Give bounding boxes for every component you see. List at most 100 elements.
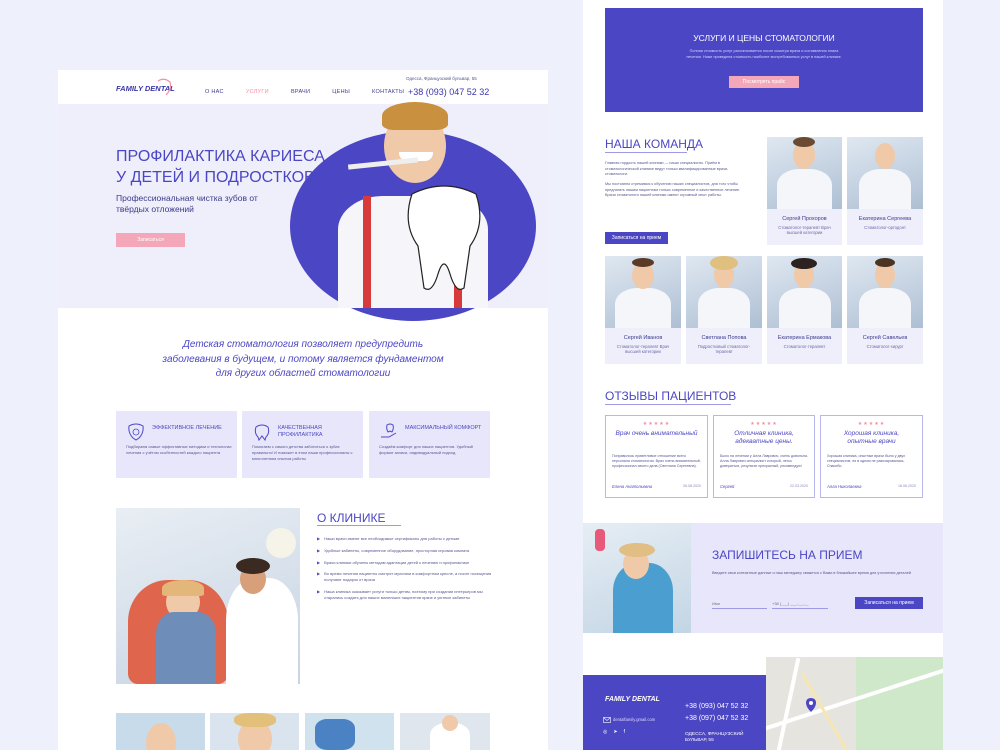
nav-contacts[interactable]: КОНТАКТЫ <box>372 89 404 95</box>
list-item: ▶ Врачи клиники обучены методам адаптации… <box>317 559 470 565</box>
review-title: Хорошая клиника, опытные врачи <box>843 430 900 446</box>
doctor-role: Стоматолог-терапевт <box>783 344 826 349</box>
review-date: 22.03.2020 <box>790 484 808 488</box>
review-author: Алла Николаевна <box>827 484 862 489</box>
doctor-photo <box>847 137 923 209</box>
feature-text: Помогаем с самого детства заботиться о з… <box>252 444 353 461</box>
header-address: Одесса, Французский бульвар, 55 <box>406 76 477 81</box>
team-member-card[interactable]: Сергей Иванов Стоматолог-терапевт Врач в… <box>605 256 681 364</box>
hero-child-photo <box>306 102 511 308</box>
list-item: ▶ Наши врачи имеют все необходимые сертиф… <box>317 536 460 541</box>
hero-section: ПРОФИЛАКТИКА КАРИЕСА У ДЕТЕЙ И ПОДРОСТКО… <box>58 102 548 321</box>
feature-card-2: КАЧЕСТВЕННАЯ ПРОФИЛАКТИКА Помогаем с сам… <box>242 411 363 478</box>
tooth-sparkle-icon <box>254 424 270 441</box>
footer-logo[interactable]: FAMILY DENTAL <box>605 696 660 703</box>
signup-title: ЗАПИШИТЕСЬ НА ПРИЕМ <box>712 548 863 562</box>
gallery-photo-1 <box>116 713 205 750</box>
review-text: Хорошая клиника, опытные врачи было у дв… <box>827 454 906 469</box>
doctor-name: Екатерина Ермакова <box>777 335 832 341</box>
gallery-photo-3 <box>305 713 394 750</box>
reviews-title: ОТЗЫВЫ ПАЦИЕНТОВ <box>605 389 737 403</box>
nav-services[interactable]: УСЛУГИ <box>246 89 269 95</box>
team-text-1: Главная гордость нашей клиники — наши сп… <box>605 161 729 176</box>
review-text: Понравилось приветливое отношение всего … <box>612 454 701 469</box>
signup-photo <box>583 523 691 633</box>
doctor-name: Сергей Савельев <box>862 335 908 341</box>
doctor-role: Стоматолог-хирург <box>866 344 904 349</box>
review-date: 26.08.2020 <box>683 484 701 488</box>
phone-field[interactable] <box>772 599 828 609</box>
feature-text: Подбираем самые эффективные методики и т… <box>126 444 232 455</box>
review-title: Отличная клиника, адекватные цены. <box>734 430 794 446</box>
nav-about[interactable]: О НАС <box>205 89 224 95</box>
logo-tooth-icon <box>157 78 172 96</box>
doctor-photo <box>686 256 762 328</box>
doctor-photo <box>767 256 842 328</box>
list-item: ▶ Во время лечения пациенты смотрят мульт… <box>317 571 492 583</box>
feature-title: МАКСИМАЛЬНЫЙ КОМФОРТ <box>405 425 482 431</box>
list-item: ▶ Наша клиника оказывает услуги только де… <box>317 588 483 600</box>
doctor-photo <box>847 256 923 328</box>
team-member-card[interactable]: Светлана Попова Подростковый стоматолог-… <box>686 256 762 364</box>
hand-tooth-icon <box>381 423 397 438</box>
services-text: Полная стоимость услуг рассчитывается по… <box>686 49 842 59</box>
about-list: ▶ Наши врачи имеют все необходимые сертиф… <box>317 536 497 607</box>
hero-signup-button[interactable]: Записаться <box>116 233 185 247</box>
clinic-photo <box>116 508 300 684</box>
instagram-icon[interactable]: ◎ <box>603 729 607 735</box>
signup-text: Введите свои контактные данные и наш мен… <box>712 571 911 575</box>
services-banner: УСЛУГИ И ЦЕНЫ СТОМАТОЛОГИИ Полная стоимо… <box>605 8 923 112</box>
rating-stars: ★★★★★ <box>857 421 886 427</box>
nav-doctors[interactable]: ВРАЧИ <box>291 89 310 95</box>
team-title: НАША КОМАНДА <box>605 137 703 151</box>
footer-contacts: FAMILY DENTAL dentalfamily.gmail.com ◎ ➤… <box>583 675 766 750</box>
team-member-card[interactable]: Екатерина Сергеева Стоматолог-ортодонт <box>847 137 923 245</box>
signup-submit-button[interactable]: Записаться на прием <box>855 597 923 609</box>
team-member-card[interactable]: Екатерина Ермакова Стоматолог-терапевт <box>767 256 842 364</box>
site-header: FAMILY DENTAL О НАС УСЛУГИ ВРАЧИ ЦЕНЫ КО… <box>58 70 548 104</box>
gallery-photo-4 <box>400 713 490 750</box>
team-member-card[interactable]: Сергей Прохоров Стоматолог-терапевт Врач… <box>767 137 842 245</box>
doctor-name: Светлана Попова <box>701 335 747 341</box>
review-author: Елена Анатольевна <box>612 484 653 489</box>
about-title: О КЛИНИКЕ <box>317 511 386 525</box>
feature-card-1: ЭФФЕКТИВНОЕ ЛЕЧЕНИЕ Подбираем самые эффе… <box>116 411 237 478</box>
review-card: ★★★★★ Хорошая клиника, опытные врачи Хор… <box>820 415 923 498</box>
hero-subtitle: Профессиональная чистка зубов от твёрдых… <box>116 193 258 215</box>
doctor-photo <box>605 256 681 328</box>
list-item: ▶ Удобные кабинеты, современное оборудова… <box>317 547 470 553</box>
review-card: ★★★★★ Врач очень внимательный Понравилос… <box>605 415 708 498</box>
header-phone[interactable]: +38 (093) 047 52 32 <box>408 87 489 97</box>
signup-section: ЗАПИШИТЕСЬ НА ПРИЕМ Введите свои контакт… <box>583 523 943 633</box>
services-title: УСЛУГИ И ЦЕНЫ СТОМАТОЛОГИИ <box>693 33 835 43</box>
feature-text: Создаём комфорт для наших пациентов. Удо… <box>379 444 473 455</box>
doctor-role: Стоматолог-терапевт Врач высшей категори… <box>616 344 670 355</box>
team-signup-button[interactable]: Записаться на прием <box>605 232 668 244</box>
telegram-icon[interactable]: ➤ <box>613 729 617 735</box>
location-map[interactable] <box>766 657 943 750</box>
team-text-2: Мы постоянно стремимся к обучению наших … <box>605 182 741 197</box>
footer-phone-2[interactable]: +38 (097) 047 52 32 <box>685 715 748 722</box>
footer-phone-1[interactable]: +38 (093) 047 52 32 <box>685 703 748 710</box>
nav-prices[interactable]: ЦЕНЫ <box>332 89 350 95</box>
review-title: Врач очень внимательный <box>615 430 698 437</box>
footer-email[interactable]: dentalfamily.gmail.com <box>613 717 655 722</box>
feature-card-3: МАКСИМАЛЬНЫЙ КОМФОРТ Создаём комфорт для… <box>369 411 490 478</box>
doctor-role: Стоматолог-ортодонт <box>864 225 906 230</box>
intro-quote: Детская стоматология позволяет предупред… <box>162 339 444 379</box>
doctor-role: Стоматолог-терапевт Врач высшей категори… <box>778 225 831 236</box>
map-pin-icon[interactable] <box>806 698 816 712</box>
main-nav: О НАС УСЛУГИ ВРАЧИ ЦЕНЫ КОНТАКТЫ <box>205 89 404 95</box>
rating-stars: ★★★★★ <box>750 421 778 427</box>
mail-icon <box>603 717 611 723</box>
team-member-card[interactable]: Сергей Савельев Стоматолог-хирург <box>847 256 923 364</box>
feature-title: ЭФФЕКТИВНОЕ ЛЕЧЕНИЕ <box>152 425 222 431</box>
gallery-photo-2 <box>210 713 299 750</box>
landing-page-right: УСЛУГИ И ЦЕНЫ СТОМАТОЛОГИИ Полная стоимо… <box>583 0 943 750</box>
review-card: ★★★★★ Отличная клиника, адекватные цены.… <box>713 415 815 498</box>
name-field[interactable] <box>712 599 767 609</box>
review-date: 18.06.2020 <box>898 484 916 488</box>
doctor-name: Сергей Прохоров <box>782 216 827 222</box>
facebook-icon[interactable]: f <box>624 729 625 735</box>
view-prices-button[interactable]: Посмотреть прайс <box>729 76 799 88</box>
